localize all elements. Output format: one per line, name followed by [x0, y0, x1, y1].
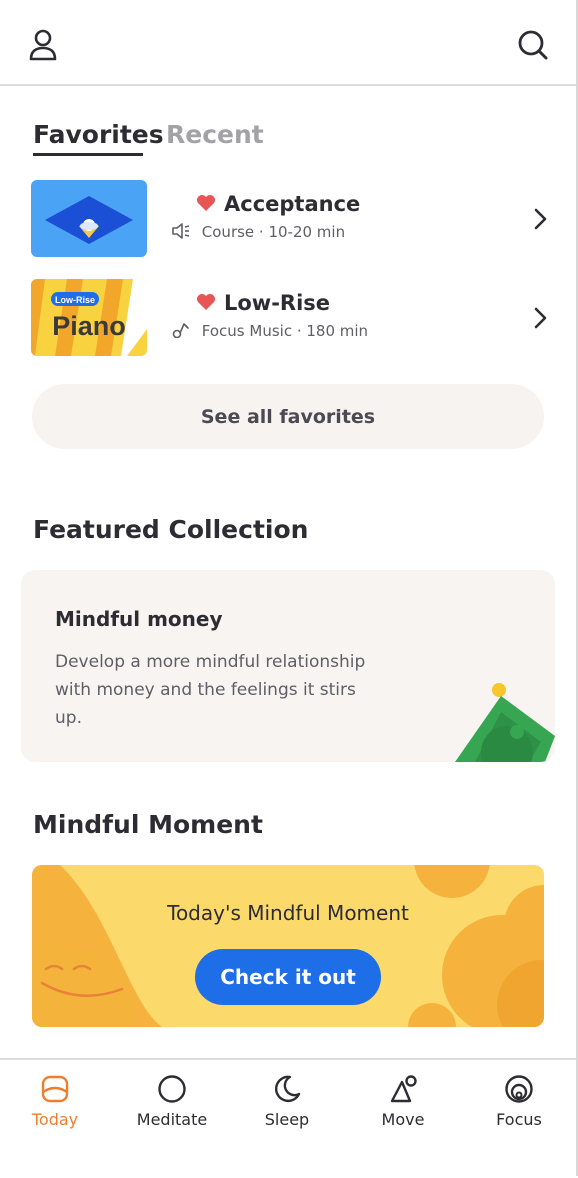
tab-recent-label: Recent [166, 120, 264, 149]
tab-favorites[interactable]: Favorites [33, 120, 164, 149]
nav-focus[interactable]: Focus [464, 1074, 574, 1154]
favorite-title: Low-Rise [196, 291, 330, 315]
nav-meditate-label: Meditate [136, 1110, 208, 1129]
mindful-moment-heading: Mindful Moment [33, 810, 263, 839]
mindful-moment-text: Today's Mindful Moment [167, 901, 409, 925]
tab-active-underline [33, 153, 143, 156]
money-illustration [455, 683, 555, 762]
person-icon[interactable] [28, 28, 60, 62]
focus-icon [505, 1075, 533, 1103]
featured-collection-card[interactable]: Mindful money Develop a more mindful rel… [21, 570, 555, 762]
search-icon[interactable] [516, 28, 548, 62]
tab-recent[interactable]: Recent [166, 120, 264, 149]
nav-move-label: Move [381, 1110, 425, 1129]
favorite-title-text: Low-Rise [224, 291, 331, 315]
favorite-meta: Focus Music · 180 min [171, 322, 368, 340]
acceptance-thumbnail [31, 180, 147, 257]
nav-sleep-label: Sleep [264, 1110, 310, 1129]
check-it-out-button[interactable]: Check it out [195, 949, 381, 1005]
nav-focus-label: Focus [496, 1110, 542, 1129]
favorite-meta-text: Focus Music · 180 min [201, 322, 369, 340]
collection-title: Mindful money [55, 607, 223, 631]
see-all-favorites-button[interactable]: See all favorites [32, 384, 544, 449]
favorite-meta: Course · 10-20 min [171, 223, 345, 241]
heart-icon [196, 292, 216, 310]
favorite-item-acceptance[interactable]: Acceptance Course · 10-20 min [31, 180, 551, 258]
nav-sleep[interactable]: Sleep [232, 1074, 342, 1154]
move-icon [390, 1075, 417, 1103]
nav-meditate[interactable]: Meditate [117, 1074, 227, 1154]
mindful-moment-card[interactable]: Today's Mindful Moment Check it out [32, 865, 544, 1027]
music-note-icon [171, 322, 196, 340]
featured-collection-heading: Featured Collection [33, 515, 309, 544]
nav-move[interactable]: Move [348, 1074, 458, 1154]
collection-description: Develop a more mindful relationship with… [55, 652, 366, 728]
low-rise-thumbnail: Low-Rise Piano [31, 279, 147, 356]
nav-today[interactable]: Today [0, 1074, 110, 1154]
chevron-right-icon [533, 307, 547, 329]
favorite-title-text: Acceptance [224, 192, 361, 216]
favorite-item-low-rise[interactable]: Low-Rise Piano Low-Rise Focus Music · 18… [31, 279, 551, 357]
favorite-title: Acceptance [196, 192, 360, 216]
bottom-navigation: Today Meditate Sleep Move Focus [0, 1058, 576, 1178]
moon-icon [275, 1075, 301, 1103]
course-speaker-icon [171, 223, 196, 241]
today-icon [41, 1075, 69, 1103]
nav-today-label: Today [31, 1110, 79, 1129]
chevron-right-icon [533, 208, 547, 230]
heart-icon [196, 193, 216, 211]
thumb-badge-text: Low-Rise [55, 295, 95, 305]
top-bar [0, 0, 576, 86]
favorite-meta-text: Course · 10-20 min [201, 223, 346, 241]
meditate-icon [158, 1075, 186, 1103]
tab-favorites-label: Favorites [33, 120, 164, 149]
thumb-piano-text: Piano [52, 311, 126, 341]
